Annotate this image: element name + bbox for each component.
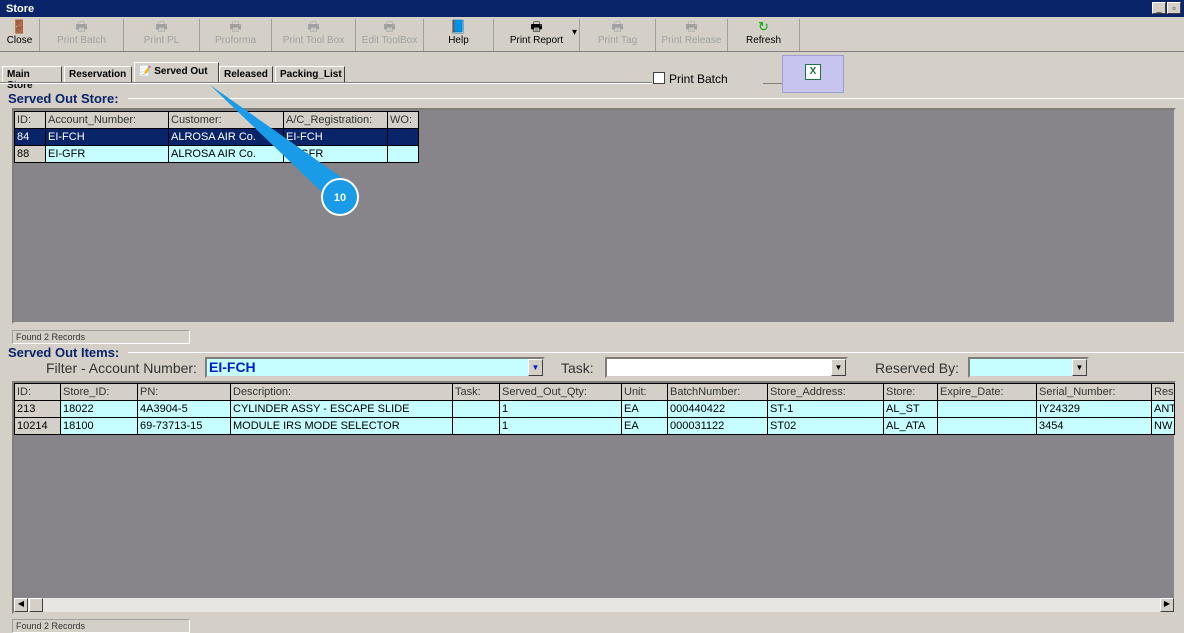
callout-number: 10 — [334, 192, 346, 204]
callout-annotation: 10 — [210, 85, 359, 216]
callout-pointer — [210, 85, 345, 195]
